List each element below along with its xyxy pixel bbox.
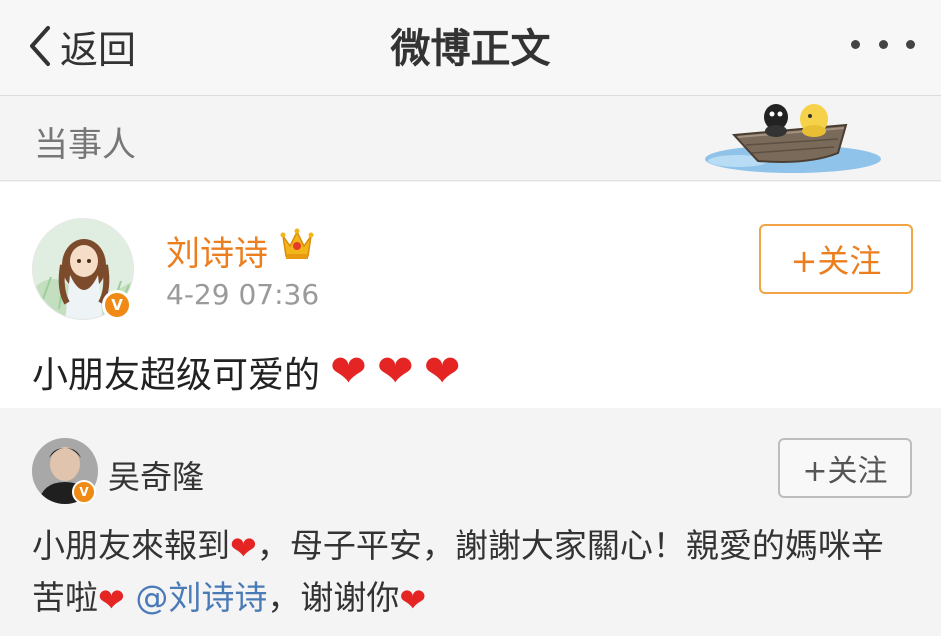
post-content: 小朋友超级可爱的 ❤ ❤ ❤ xyxy=(32,346,461,398)
page-title: 微博正文 xyxy=(390,26,551,72)
heart-icon: ❤ xyxy=(376,346,414,397)
heart-icon: ❤ xyxy=(423,346,461,397)
section-label: 当事人 xyxy=(34,125,136,165)
post-timestamp: 4-29 07:36 xyxy=(166,278,320,311)
author-name[interactable]: 吴奇隆 xyxy=(108,452,204,498)
quoted-post-text: 小朋友來報到❤，母子平安，謝謝大家關心！親愛的媽咪辛苦啦❤ @刘诗诗，谢谢你❤ xyxy=(32,520,912,624)
dot xyxy=(906,39,915,49)
verified-badge: V xyxy=(102,290,132,320)
crown-icon xyxy=(280,228,314,259)
follow-button[interactable]: +关注 xyxy=(778,438,912,498)
boat-illustration xyxy=(705,104,881,173)
original-post: V 刘诗诗 4-29 07:36 +关注 小朋友超级可爱的 ❤ ❤ ❤ xyxy=(0,182,941,408)
post-text: 小朋友超级可爱的 xyxy=(32,355,321,396)
section-header: 当事人 xyxy=(0,97,941,181)
heart-icon: ❤ xyxy=(230,529,257,567)
dot xyxy=(851,39,860,49)
follow-button[interactable]: +关注 xyxy=(759,224,913,294)
heart-icon: ❤ xyxy=(330,346,367,397)
more-dots-icon[interactable] xyxy=(851,34,915,54)
text-segment: ，谢谢你 xyxy=(267,578,400,617)
quoted-post[interactable]: V 吴奇隆 +关注 小朋友來報到❤，母子平安，謝謝大家關心！親愛的媽咪辛苦啦❤ … xyxy=(0,408,941,636)
heart-icon: ❤ xyxy=(399,581,427,619)
dot xyxy=(878,39,888,49)
heart-icon: ❤ xyxy=(98,581,125,619)
text-segment: 小朋友來報到 xyxy=(32,526,230,565)
author-name[interactable]: 刘诗诗 xyxy=(166,226,268,275)
top-navigation-bar: 返回 微博正文 xyxy=(0,0,941,96)
mention-link[interactable]: @刘诗诗 xyxy=(135,578,267,617)
verified-badge: V xyxy=(72,480,96,504)
